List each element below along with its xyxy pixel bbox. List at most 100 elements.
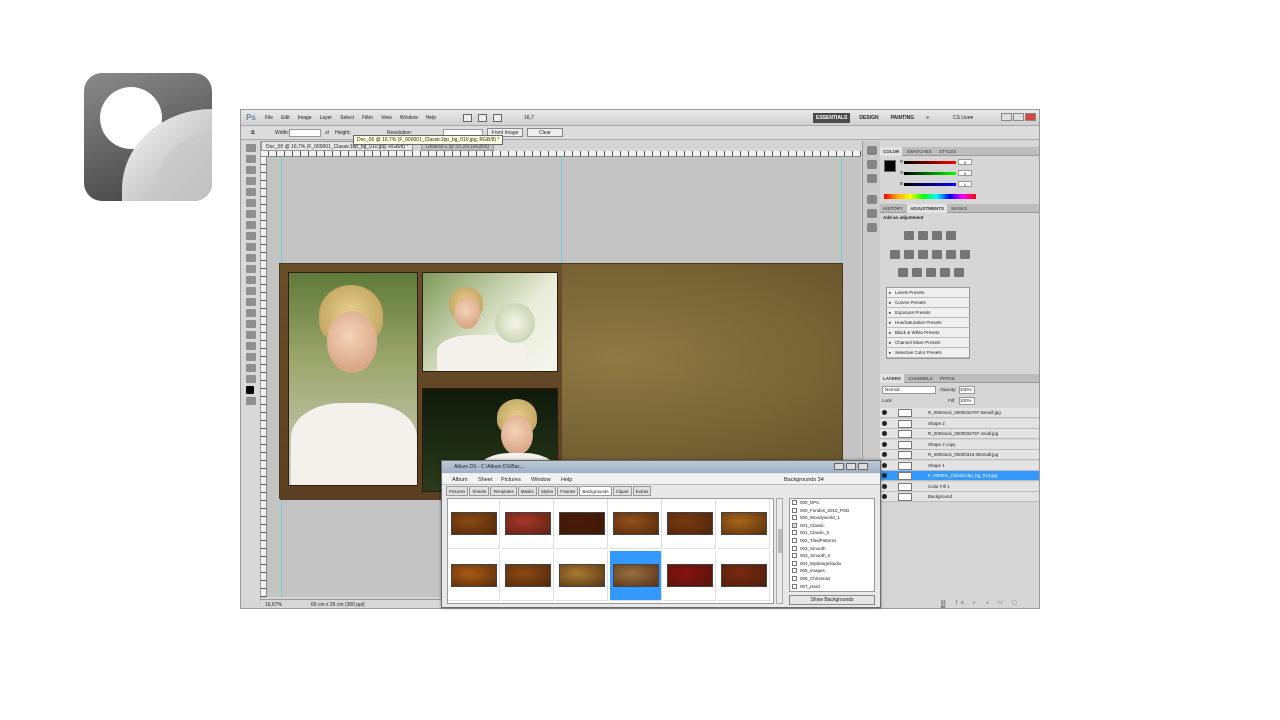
album-tab-templates[interactable]: Templates <box>490 486 517 496</box>
preset-exposure[interactable]: Exposure Presets <box>887 308 969 318</box>
foreground-color-swatch[interactable] <box>246 386 254 394</box>
album-menu-album[interactable]: Album <box>452 477 468 483</box>
folder-item[interactable]: 000_DPC <box>790 499 874 507</box>
tab-swatches[interactable]: SWATCHES <box>904 147 935 156</box>
album-menu-window[interactable]: Window <box>531 477 551 483</box>
workspace-painting[interactable]: PAINTING <box>888 113 918 123</box>
visibility-eye-icon[interactable] <box>882 452 887 457</box>
layer-row[interactable]: R_000stock_0000034797 5small.jpg <box>880 408 1039 418</box>
green-slider[interactable] <box>904 172 956 175</box>
folder-checkbox[interactable]: ✓ <box>792 522 797 528</box>
background-thumbnail[interactable] <box>664 499 716 549</box>
layer-row[interactable]: Shape 2 copy <box>880 439 1039 450</box>
red-value[interactable]: 0 <box>958 159 972 165</box>
restore-button[interactable] <box>1013 113 1024 121</box>
folder-checkbox[interactable] <box>792 515 797 521</box>
foreground-color-chip[interactable] <box>884 160 896 172</box>
menu-layer[interactable]: Layer <box>320 115 333 121</box>
visibility-eye-icon[interactable] <box>882 494 887 499</box>
cs-live-button[interactable]: CS Live▾ <box>953 115 973 121</box>
type-tool-icon[interactable] <box>246 309 256 317</box>
menu-file[interactable]: File <box>265 115 273 121</box>
folder-item[interactable]: 005_Images <box>790 567 874 575</box>
album-minimize-button[interactable] <box>834 463 844 470</box>
crop-tool-icon[interactable]: ⧉ <box>251 130 255 136</box>
quick-select-tool-icon[interactable] <box>246 177 256 185</box>
photo-bride-large[interactable] <box>288 272 418 486</box>
status-zoom[interactable]: 16,67% <box>265 602 282 608</box>
workspace-design[interactable]: DESIGN <box>856 113 881 123</box>
black-white-icon[interactable] <box>932 250 942 259</box>
color-ramp[interactable] <box>884 194 976 199</box>
blue-value[interactable]: 0 <box>958 181 972 187</box>
crop-tool-icon[interactable] <box>246 188 256 196</box>
fill-field[interactable]: 100% <box>959 397 975 405</box>
album-tab-backgrounds[interactable]: Backgrounds <box>579 486 612 496</box>
folder-item[interactable]: 002_TiledPatterns <box>790 537 874 545</box>
minimize-button[interactable] <box>1001 113 1012 121</box>
workspace-essentials[interactable]: ESSENTIALS <box>813 113 851 123</box>
clone-stamp-tool-icon[interactable] <box>246 232 256 240</box>
folder-checkbox[interactable] <box>792 545 797 551</box>
bridge-icon[interactable] <box>463 114 472 122</box>
channel-mixer-icon[interactable] <box>960 250 970 259</box>
visibility-eye-icon[interactable] <box>882 420 887 426</box>
visibility-eye-icon[interactable] <box>882 410 887 415</box>
folder-item[interactable]: 004_Mydesignstudio <box>790 560 874 568</box>
folder-checkbox[interactable] <box>792 583 797 589</box>
album-tab-frames[interactable]: Frames <box>557 486 579 496</box>
zoom-tool-icon[interactable] <box>246 375 256 383</box>
blur-tool-icon[interactable] <box>246 276 256 284</box>
album-tab-styles[interactable]: Styles <box>537 486 557 496</box>
invert-icon[interactable] <box>898 268 908 277</box>
paragraph-panel-icon[interactable] <box>867 209 877 218</box>
posterize-icon[interactable] <box>912 268 922 277</box>
3d-rotate-tool-icon[interactable] <box>246 342 256 350</box>
selective-color-icon[interactable] <box>954 268 964 277</box>
preset-curves[interactable]: Curves Presets <box>887 298 969 308</box>
move-tool-icon[interactable] <box>246 144 256 152</box>
visibility-eye-icon[interactable] <box>882 483 887 489</box>
shape-tool-icon[interactable] <box>246 331 256 339</box>
close-button[interactable] <box>1025 113 1036 121</box>
grid-scrollbar[interactable] <box>776 498 783 604</box>
background-thumbnail[interactable] <box>718 551 770 601</box>
menu-image[interactable]: Image <box>298 115 312 121</box>
album-tab-masks[interactable]: Masks <box>517 486 537 496</box>
background-thumbnail[interactable] <box>502 551 554 601</box>
layer-row[interactable]: Color Fill 1 <box>880 481 1039 492</box>
folder-checkbox[interactable] <box>792 537 797 543</box>
photo-filter-icon[interactable] <box>946 250 956 259</box>
brush-panel-icon[interactable] <box>867 146 877 155</box>
visibility-eye-icon[interactable] <box>882 462 887 468</box>
background-thumbnail[interactable] <box>502 499 554 549</box>
photo-bride-bouquet[interactable] <box>422 272 558 372</box>
album-tab-sheets[interactable]: Sheets <box>469 486 490 496</box>
layer-row[interactable]: R_000stock_00000316 08small.jpg <box>880 450 1039 460</box>
tool-presets-icon[interactable] <box>867 223 877 232</box>
album-tab-pictures[interactable]: Pictures <box>446 486 469 496</box>
tab-paths[interactable]: PATHS <box>937 374 957 383</box>
gradient-tool-icon[interactable] <box>246 265 256 273</box>
hue-saturation-icon[interactable] <box>904 250 914 259</box>
layer-row[interactable]: Background <box>880 492 1039 502</box>
3d-orbit-tool-icon[interactable] <box>246 353 256 361</box>
red-slider[interactable] <box>904 161 956 164</box>
green-value[interactable]: 0 <box>958 170 972 176</box>
tab-styles[interactable]: STYLES <box>936 147 959 156</box>
vibrance-icon[interactable] <box>890 250 900 259</box>
layer-row[interactable]: Shape 2 <box>880 418 1039 429</box>
album-tab-extras[interactable]: Extras <box>632 486 652 496</box>
folder-item[interactable]: 001_Classic_II <box>790 529 874 537</box>
workspace-more[interactable]: » <box>923 113 932 123</box>
visibility-eye-icon[interactable] <box>882 473 887 478</box>
folder-checkbox[interactable] <box>792 575 797 581</box>
folder-item[interactable]: ✓ 001_Classic <box>790 522 874 530</box>
threshold-icon[interactable] <box>926 268 936 277</box>
show-backgrounds-button[interactable]: Show Backgrounds <box>789 595 875 605</box>
album-menu-sheet[interactable]: Sheet <box>478 477 492 483</box>
visibility-eye-icon[interactable] <box>882 441 887 447</box>
album-menu-help[interactable]: Help <box>561 477 572 483</box>
layer-row[interactable]: F_000001_Classic1bp_bg_010.jpg <box>880 471 1039 481</box>
zoom-level[interactable]: 16,7 <box>524 115 534 121</box>
